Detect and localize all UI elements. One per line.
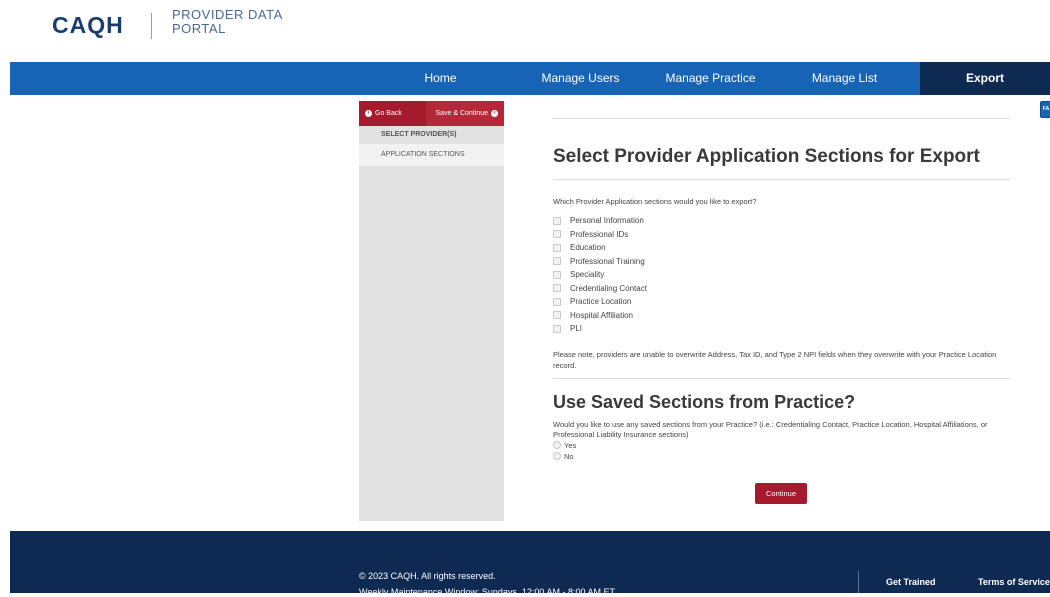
checkbox-label: Practice Location: [570, 297, 632, 307]
chevron-left-icon: ‹: [365, 110, 372, 117]
radio-row-no[interactable]: No: [553, 451, 1010, 462]
site-footer: © 2023 CAQH. All rights reserved. Weekly…: [10, 531, 1050, 597]
nav-manage-users[interactable]: Manage Users: [523, 62, 638, 95]
terms-of-service-link[interactable]: Terms of Service: [978, 577, 1050, 587]
checkbox-personal-information[interactable]: [553, 216, 561, 225]
checkbox-label: Hospital Affiliation: [570, 310, 633, 320]
checkbox-label: Personal Information: [570, 216, 644, 226]
footer-divider: [858, 571, 859, 593]
logo-mark: CAQH: [52, 11, 124, 38]
continue-button[interactable]: Continue: [755, 483, 807, 504]
title-divider: [553, 179, 1010, 180]
checkbox-credentialing-contact[interactable]: [553, 284, 561, 293]
saved-sections-question: Would you like to use any saved sections…: [553, 419, 988, 439]
checkbox-label: Professional IDs: [570, 229, 629, 239]
main-nav: Home Manage Users Manage Practice Manage…: [10, 62, 1050, 95]
copyright-text: © 2023 CAQH. All rights reserved.: [359, 571, 496, 581]
wizard-sidebar: ‹ Go Back Save & Continue › SELECT PROVI…: [359, 101, 504, 521]
main-content: Select Provider Application Sections for…: [553, 101, 1010, 504]
section-checkbox-list: Personal Information Professional IDs Ed…: [553, 214, 1010, 336]
portal-name: PROVIDER DATA PORTAL: [172, 8, 283, 36]
step-select-providers[interactable]: SELECT PROVIDER(S): [359, 126, 504, 144]
radio-label-yes: Yes: [564, 440, 577, 450]
checkbox-speciality[interactable]: [553, 270, 561, 279]
save-continue-label: Save & Continue: [435, 110, 488, 117]
checkbox-row[interactable]: Education: [553, 241, 1010, 255]
portal-name-line2: PORTAL: [172, 21, 226, 36]
nav-manage-list[interactable]: Manage List: [792, 62, 897, 95]
section-divider: [553, 377, 1010, 379]
checkbox-row[interactable]: Professional IDs: [553, 228, 1010, 242]
checkbox-row[interactable]: Professional Training: [553, 255, 1010, 269]
checkbox-row[interactable]: Practice Location: [553, 295, 1010, 309]
checkbox-professional-ids[interactable]: [553, 230, 561, 239]
chevron-right-icon: ›: [491, 110, 498, 117]
save-continue-button[interactable]: Save & Continue ›: [426, 101, 504, 126]
checkbox-pli[interactable]: [553, 324, 561, 333]
go-back-button[interactable]: ‹ Go Back: [359, 101, 426, 126]
step-application-sections[interactable]: APPLICATION SECTIONS: [359, 144, 504, 166]
nav-manage-practice[interactable]: Manage Practice: [653, 62, 768, 95]
sidebar-buttons: ‹ Go Back Save & Continue ›: [359, 101, 504, 126]
checkbox-hospital-affiliation[interactable]: [553, 311, 561, 320]
nav-export[interactable]: Export: [920, 62, 1050, 95]
checkbox-row[interactable]: PLI: [553, 322, 1010, 336]
get-trained-link[interactable]: Get Trained: [886, 577, 936, 587]
caqh-logo[interactable]: CAQH: [52, 10, 124, 40]
radio-no[interactable]: [553, 452, 561, 460]
portal-name-line1: PROVIDER DATA: [172, 7, 283, 22]
checkbox-education[interactable]: [553, 243, 561, 252]
checkbox-label: Credentialing Contact: [570, 283, 647, 293]
radio-row-yes[interactable]: Yes: [553, 440, 1010, 451]
sections-question: Which Provider Application sections woul…: [553, 197, 757, 206]
checkbox-row[interactable]: Personal Information: [553, 214, 1010, 228]
checkbox-label: Speciality: [570, 270, 605, 280]
logo-divider: [151, 13, 152, 39]
practice-location-note: Please note, providers are unable to ove…: [553, 349, 997, 370]
saved-sections-title: Use Saved Sections from Practice?: [553, 391, 856, 412]
checkbox-label: PLI: [570, 324, 583, 334]
maintenance-text: Weekly Maintenance Window: Sundays, 12:0…: [359, 587, 615, 597]
checkbox-practice-location[interactable]: [553, 297, 561, 306]
nav-home[interactable]: Home: [388, 62, 493, 95]
page-title: Select Provider Application Sections for…: [553, 146, 980, 167]
checkbox-row[interactable]: Hospital Affiliation: [553, 309, 1010, 323]
go-back-label: Go Back: [375, 110, 402, 117]
top-divider: [553, 118, 1010, 119]
checkbox-row[interactable]: Speciality: [553, 268, 1010, 282]
checkbox-row[interactable]: Credentialing Contact: [553, 282, 1010, 296]
site-header: CAQH PROVIDER DATA PORTAL: [0, 0, 1050, 62]
radio-label-no: No: [564, 451, 574, 461]
feedback-tab[interactable]: FA: [1040, 101, 1050, 118]
checkbox-professional-training[interactable]: [553, 257, 561, 266]
radio-yes[interactable]: [553, 441, 561, 449]
checkbox-label: Education: [570, 243, 606, 253]
checkbox-label: Professional Training: [570, 256, 645, 266]
